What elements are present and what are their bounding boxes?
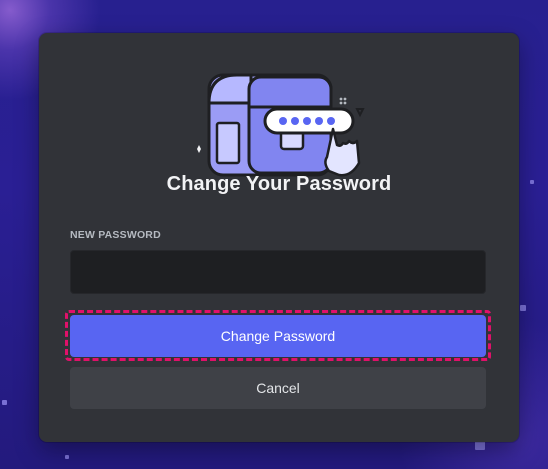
background-sparkle (530, 180, 534, 184)
background-sparkle (2, 400, 7, 405)
treasure-chest-password-icon (197, 73, 365, 177)
new-password-label: NEW PASSWORD (70, 229, 161, 241)
background-sparkle (65, 455, 69, 459)
background-sparkle (520, 305, 526, 311)
dialog-title: Change Your Password (166, 173, 392, 195)
new-password-input[interactable] (70, 250, 486, 294)
change-password-button[interactable]: Change Password (70, 315, 486, 357)
change-password-modal: Change Your Password NEW PASSWORD Change… (39, 33, 519, 442)
cancel-button[interactable]: Cancel (70, 367, 486, 409)
